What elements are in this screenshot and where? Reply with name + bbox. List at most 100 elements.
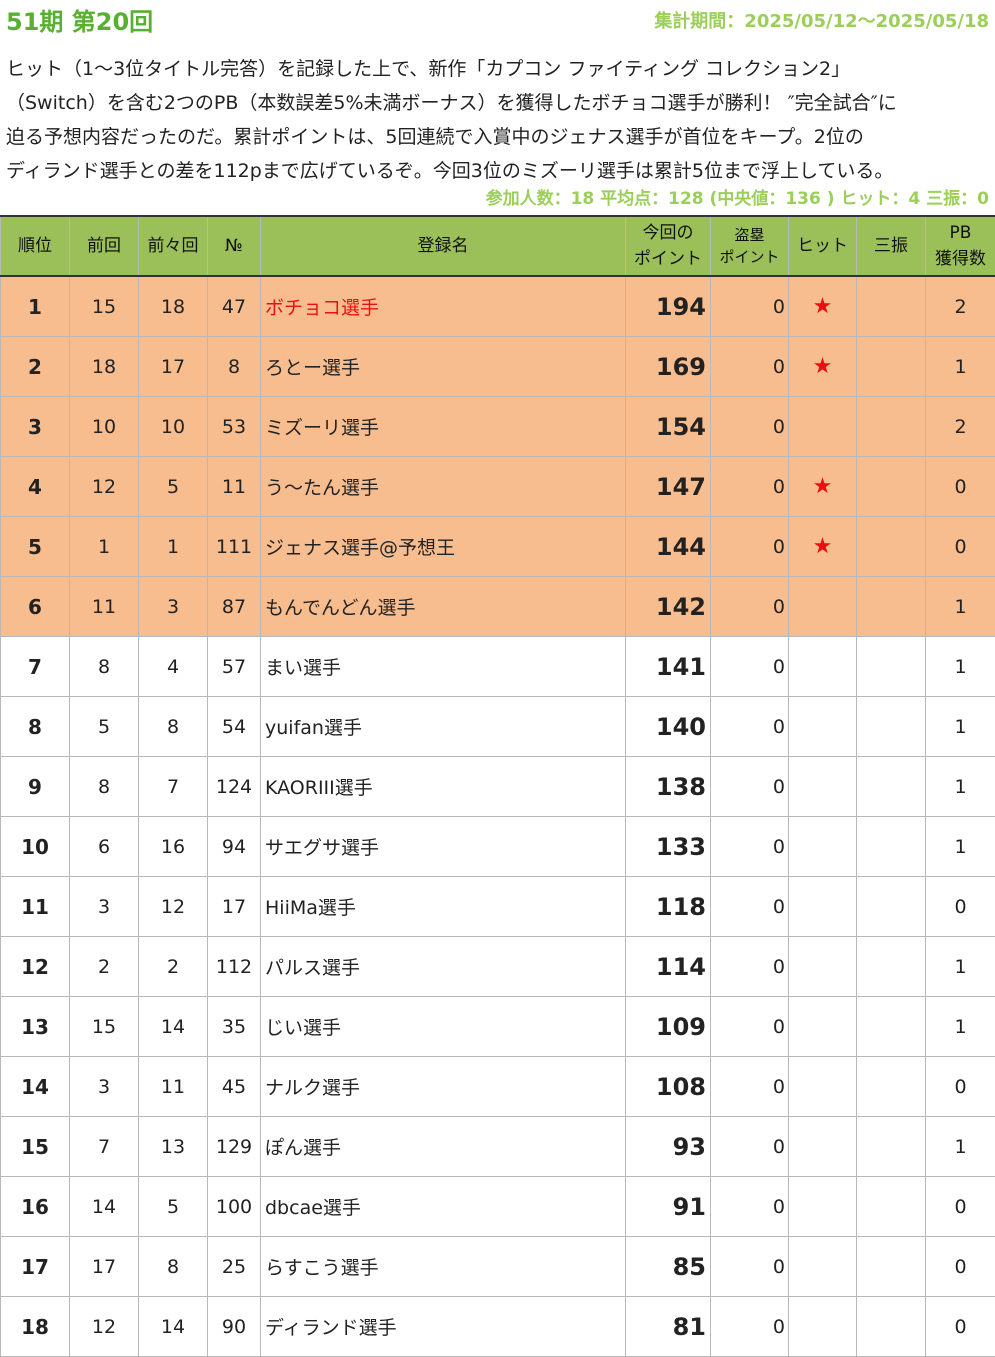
cell-no: 129	[207, 1116, 261, 1177]
cell-prev2: 13	[138, 1116, 208, 1177]
cell-rank: 13	[0, 996, 70, 1057]
cell-prev: 3	[69, 1056, 139, 1117]
cell-prev2: 17	[138, 336, 208, 397]
cell-name: らすこう選手	[260, 1236, 626, 1297]
cell-points: 147	[625, 456, 711, 517]
cell-no: 111	[207, 516, 261, 577]
cell-steal: 0	[710, 576, 789, 637]
cell-rank: 9	[0, 756, 70, 817]
hit-star-icon: ★	[788, 456, 857, 517]
cell-pb: 0	[925, 456, 995, 517]
cell-pb: 2	[925, 275, 995, 337]
cell-prev: 12	[69, 1296, 139, 1357]
cell-hit	[788, 1296, 857, 1357]
table-row: 9 8 7 124 KAORIII選手 138 0 1	[0, 756, 995, 817]
cell-no: 25	[207, 1236, 261, 1297]
cell-prev2: 8	[138, 696, 208, 757]
cell-rank: 3	[0, 396, 70, 457]
cell-steal: 0	[710, 1236, 789, 1297]
cell-strikeout	[856, 275, 926, 337]
cell-prev2: 3	[138, 576, 208, 637]
cell-rank: 1	[0, 275, 70, 337]
cell-prev: 12	[69, 456, 139, 517]
table-row: 10 6 16 94 サエグサ選手 133 0 1	[0, 816, 995, 877]
cell-rank: 8	[0, 696, 70, 757]
header-pb-line1: PB	[949, 223, 972, 243]
cell-prev2: 5	[138, 456, 208, 517]
cell-pb: 0	[925, 876, 995, 937]
cell-points: 114	[625, 936, 711, 997]
cell-strikeout	[856, 1056, 926, 1117]
cell-name: dbcae選手	[260, 1176, 626, 1237]
cell-name: ろとー選手	[260, 336, 626, 397]
table-row: 12 2 2 112 パルス選手 114 0 1	[0, 936, 995, 997]
cell-pb: 0	[925, 1296, 995, 1357]
table-row: 1 15 18 47 ボチョコ選手 194 0 ★ 2	[0, 275, 995, 337]
table-row: 18 12 14 90 ディランド選手 81 0 0	[0, 1296, 995, 1357]
cell-rank: 18	[0, 1296, 70, 1357]
table-row: 8 5 8 54 yuifan選手 140 0 1	[0, 696, 995, 757]
cell-steal: 0	[710, 636, 789, 697]
cell-pb: 1	[925, 696, 995, 757]
table-row: 15 7 13 129 ぽん選手 93 0 1	[0, 1116, 995, 1177]
page-header: 51期 第20回 集計期間：2025/05/12～2025/05/18	[0, 0, 995, 40]
cell-hit	[788, 816, 857, 877]
page-title: 51期 第20回	[6, 8, 154, 36]
cell-prev: 17	[69, 1236, 139, 1297]
cell-steal: 0	[710, 275, 789, 337]
cell-points: 169	[625, 336, 711, 397]
cell-name: ディランド選手	[260, 1296, 626, 1357]
cell-points: 142	[625, 576, 711, 637]
table-row: 6 11 3 87 もんでんどん選手 142 0 1	[0, 576, 995, 637]
cell-prev: 3	[69, 876, 139, 937]
cell-prev2: 14	[138, 1296, 208, 1357]
cell-prev2: 1	[138, 516, 208, 577]
cell-name: yuifan選手	[260, 696, 626, 757]
cell-no: 17	[207, 876, 261, 937]
header-pb: PB 獲得数	[925, 215, 995, 277]
cell-prev2: 5	[138, 1176, 208, 1237]
cell-prev2: 16	[138, 816, 208, 877]
cell-no: 100	[207, 1176, 261, 1237]
cell-name: パルス選手	[260, 936, 626, 997]
cell-hit	[788, 756, 857, 817]
cell-prev: 15	[69, 275, 139, 337]
cell-no: 124	[207, 756, 261, 817]
cell-no: 45	[207, 1056, 261, 1117]
cell-prev: 11	[69, 576, 139, 637]
cell-prev: 5	[69, 696, 139, 757]
cell-prev2: 14	[138, 996, 208, 1057]
cell-no: 112	[207, 936, 261, 997]
cell-prev2: 7	[138, 756, 208, 817]
header-steal-line1: 盗塁	[734, 226, 765, 244]
cell-hit	[788, 996, 857, 1057]
header-strikeout: 三振	[856, 215, 926, 277]
cell-points: 109	[625, 996, 711, 1057]
stats-line: 参加人数：18 平均点：128 (中央値：136 ) ヒット：4 三振：0	[485, 189, 989, 209]
cell-strikeout	[856, 756, 926, 817]
cell-rank: 7	[0, 636, 70, 697]
cell-steal: 0	[710, 816, 789, 877]
header-name: 登録名	[260, 215, 626, 277]
header-steal: 盗塁 ポイント	[710, 215, 789, 277]
cell-strikeout	[856, 996, 926, 1057]
cell-points: 93	[625, 1116, 711, 1177]
cell-steal: 0	[710, 1296, 789, 1357]
cell-name: ぽん選手	[260, 1116, 626, 1177]
table-row: 4 12 5 11 う～たん選手 147 0 ★ 0	[0, 456, 995, 517]
cell-rank: 2	[0, 336, 70, 397]
header-prev2: 前々回	[138, 215, 208, 277]
cell-prev2: 11	[138, 1056, 208, 1117]
cell-hit	[788, 396, 857, 457]
cell-steal: 0	[710, 456, 789, 517]
cell-rank: 15	[0, 1116, 70, 1177]
cell-points: 108	[625, 1056, 711, 1117]
cell-points: 140	[625, 696, 711, 757]
cell-strikeout	[856, 1116, 926, 1177]
cell-hit	[788, 876, 857, 937]
cell-hit	[788, 936, 857, 997]
table-row: 13 15 14 35 じい選手 109 0 1	[0, 996, 995, 1057]
header-hit: ヒット	[788, 215, 857, 277]
cell-rank: 12	[0, 936, 70, 997]
cell-steal: 0	[710, 876, 789, 937]
